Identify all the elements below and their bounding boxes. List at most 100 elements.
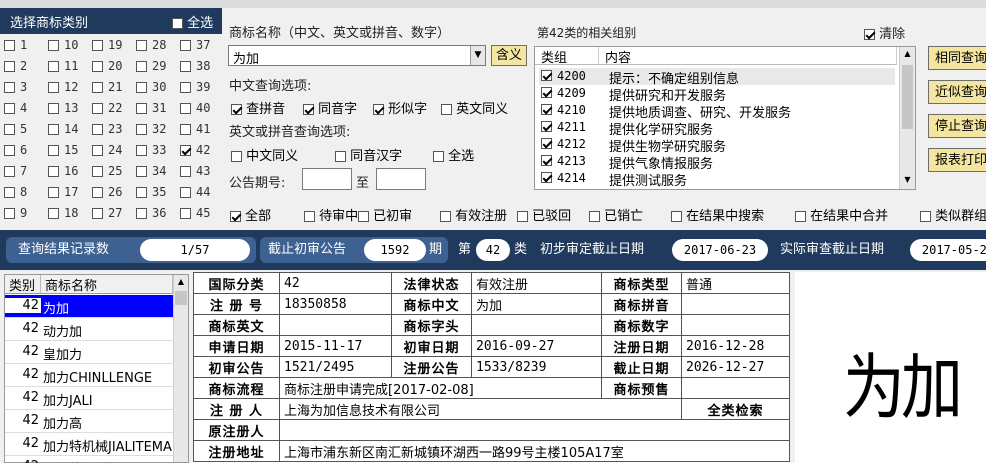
groups-scrollbar[interactable]: ▲ ▼: [899, 47, 915, 189]
class-option-20[interactable]: 20: [92, 59, 122, 79]
class-checkbox[interactable]: [4, 187, 15, 198]
class-checkbox[interactable]: [136, 208, 147, 219]
group-row[interactable]: 4212 提供生物学研究服务: [539, 136, 895, 155]
table-row[interactable]: 42 为加: [5, 295, 173, 318]
status-filter-1[interactable]: 全部: [230, 205, 271, 224]
action-button-4[interactable]: 报表打印: [928, 148, 986, 172]
table-row[interactable]: 42 加力JALI: [5, 387, 173, 410]
option-3[interactable]: 全选: [433, 145, 474, 164]
class-option-22[interactable]: 22: [92, 101, 122, 121]
group-row[interactable]: 4214 提供测试服务: [539, 170, 895, 189]
status-checkbox[interactable]: [517, 211, 528, 222]
status-filter-9[interactable]: 类似群组: [920, 205, 986, 224]
select-all-classes[interactable]: 全选: [172, 12, 213, 31]
class-checkbox[interactable]: [48, 103, 59, 114]
table-row[interactable]: 42 加力特机械JIALITEMA: [5, 433, 173, 456]
clear-groups-toggle[interactable]: 清除: [864, 23, 905, 42]
status-checkbox[interactable]: [589, 211, 600, 222]
group-row[interactable]: 4200 提示：不确定组别信息: [539, 68, 895, 87]
group-checkbox[interactable]: [541, 155, 552, 166]
class-checkbox[interactable]: [136, 82, 147, 93]
class-option-18[interactable]: 18: [48, 206, 78, 226]
option-checkbox[interactable]: [335, 151, 346, 162]
col-header-content[interactable]: 内容: [599, 47, 897, 66]
scroll-thumb[interactable]: [902, 65, 913, 129]
class-option-3[interactable]: 3: [4, 80, 27, 100]
class-checkbox[interactable]: [136, 166, 147, 177]
class-checkbox[interactable]: [180, 145, 191, 156]
class-checkbox[interactable]: [136, 145, 147, 156]
scroll-up-icon[interactable]: ▲: [176, 277, 186, 289]
class-checkbox[interactable]: [48, 82, 59, 93]
class-option-31[interactable]: 31: [136, 101, 166, 121]
group-checkbox[interactable]: [541, 70, 552, 81]
class-option-24[interactable]: 24: [92, 143, 122, 163]
group-row[interactable]: 4209 提供研究和开发服务: [539, 85, 895, 104]
class-option-9[interactable]: 9: [4, 206, 27, 226]
action-button-3[interactable]: 停止查询: [928, 114, 986, 138]
issue-from-input[interactable]: [302, 168, 352, 190]
group-checkbox[interactable]: [541, 138, 552, 149]
status-checkbox[interactable]: [795, 211, 806, 222]
option-2[interactable]: 同音字: [303, 98, 357, 117]
class-checkbox[interactable]: [48, 61, 59, 72]
scroll-thumb[interactable]: [175, 291, 187, 305]
class-option-36[interactable]: 36: [136, 206, 166, 226]
class-checkbox[interactable]: [92, 40, 103, 51]
class-option-11[interactable]: 11: [48, 59, 78, 79]
class-option-35[interactable]: 35: [136, 185, 166, 205]
class-checkbox[interactable]: [48, 145, 59, 156]
class-checkbox[interactable]: [180, 61, 191, 72]
class-checkbox[interactable]: [4, 166, 15, 177]
class-checkbox[interactable]: [180, 40, 191, 51]
class-checkbox[interactable]: [180, 103, 191, 114]
status-checkbox[interactable]: [304, 211, 315, 222]
full-search-link[interactable]: 全类检索: [681, 398, 790, 420]
option-1[interactable]: 查拼音: [231, 98, 285, 117]
class-checkbox[interactable]: [92, 82, 103, 93]
class-option-15[interactable]: 15: [48, 143, 78, 163]
table-row[interactable]: 42加力特新材料加...: [5, 456, 173, 463]
status-checkbox[interactable]: [230, 211, 241, 222]
class-checkbox[interactable]: [4, 124, 15, 135]
option-3[interactable]: 形似字: [373, 98, 427, 117]
class-checkbox[interactable]: [180, 208, 191, 219]
class-option-45[interactable]: 45: [180, 206, 210, 226]
class-option-32[interactable]: 32: [136, 122, 166, 142]
class-checkbox[interactable]: [92, 61, 103, 72]
meaning-button[interactable]: 含义: [491, 45, 527, 66]
status-filter-8[interactable]: 在结果中合并: [795, 205, 888, 224]
class-option-27[interactable]: 27: [92, 206, 122, 226]
option-checkbox[interactable]: [433, 151, 444, 162]
option-4[interactable]: 英文同义: [441, 98, 508, 117]
class-checkbox[interactable]: [4, 82, 15, 93]
class-option-23[interactable]: 23: [92, 122, 122, 142]
class-checkbox[interactable]: [92, 166, 103, 177]
group-row[interactable]: 4211 提供化学研究服务: [539, 119, 895, 138]
dropdown-arrow-icon[interactable]: ▼: [470, 46, 485, 65]
results-scrollbar[interactable]: ▲: [173, 275, 188, 462]
option-1[interactable]: 中文同义: [231, 145, 298, 164]
class-checkbox[interactable]: [136, 61, 147, 72]
class-option-17[interactable]: 17: [48, 185, 78, 205]
scroll-down-icon[interactable]: ▼: [902, 175, 913, 187]
class-option-43[interactable]: 43: [180, 164, 210, 184]
class-option-10[interactable]: 10: [48, 38, 78, 58]
class-option-12[interactable]: 12: [48, 80, 78, 100]
select-all-checkbox[interactable]: [172, 18, 183, 29]
class-checkbox[interactable]: [48, 124, 59, 135]
class-checkbox[interactable]: [92, 145, 103, 156]
status-checkbox[interactable]: [671, 211, 682, 222]
class-option-38[interactable]: 38: [180, 59, 210, 79]
class-option-4[interactable]: 4: [4, 101, 27, 121]
class-checkbox[interactable]: [48, 166, 59, 177]
group-row[interactable]: 4210 提供地质调查、研究、开发服务: [539, 102, 895, 121]
class-option-1[interactable]: 1: [4, 38, 27, 58]
group-checkbox[interactable]: [541, 87, 552, 98]
class-checkbox[interactable]: [136, 187, 147, 198]
class-option-39[interactable]: 39: [180, 80, 210, 100]
table-row[interactable]: 42 动力加: [5, 318, 173, 341]
status-filter-3[interactable]: 已初审: [358, 205, 412, 224]
class-option-41[interactable]: 41: [180, 122, 210, 142]
class-checkbox[interactable]: [180, 187, 191, 198]
